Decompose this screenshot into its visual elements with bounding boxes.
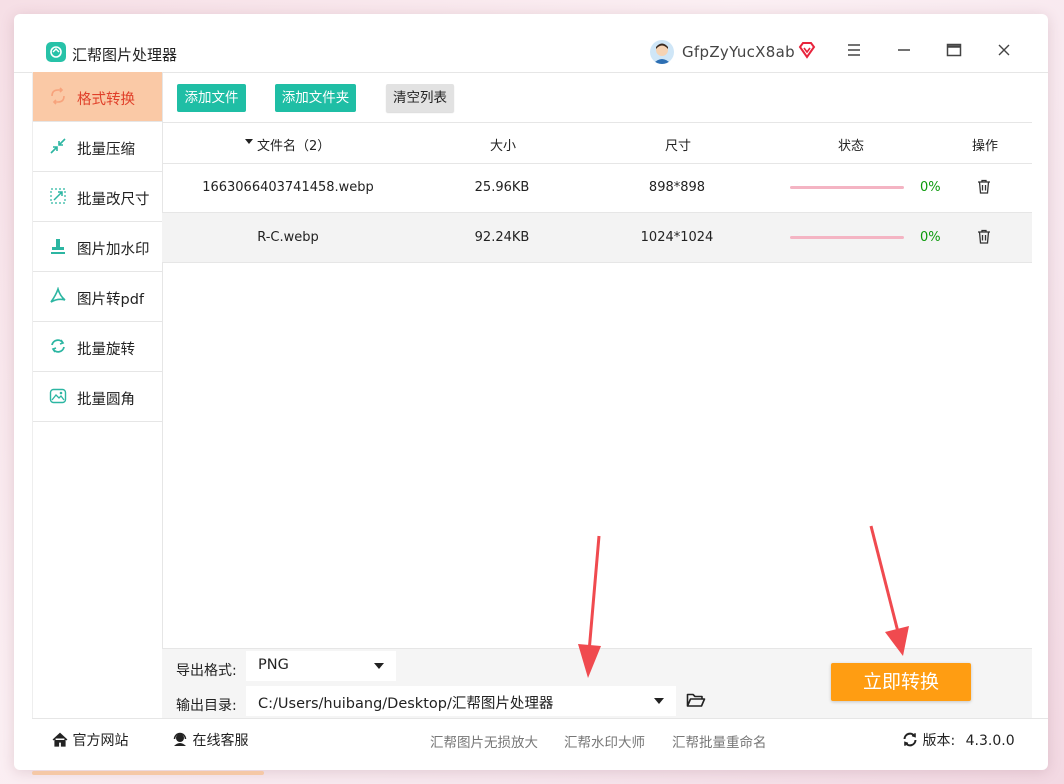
watermark-icon <box>51 239 65 254</box>
sidebar-item-format-convert[interactable]: 格式转换 <box>33 72 162 122</box>
file-dimensions: 898*898 <box>648 180 706 195</box>
table-row[interactable]: R-C.webp 92.24KB 1024*1024 0% <box>162 213 1032 263</box>
sidebar-item-label: 批量圆角 <box>77 392 135 408</box>
clear-list-button[interactable]: 清空列表 <box>386 84 454 112</box>
format-value: PNG <box>258 657 289 673</box>
menu-icon[interactable] <box>844 42 864 62</box>
folder-open-icon[interactable] <box>686 692 706 712</box>
output-dir-value: C:/Users/huibang/Desktop/汇帮图片处理器 <box>258 696 554 712</box>
support-label: 在线客服 <box>192 733 249 749</box>
column-size: 大小 <box>490 139 517 154</box>
rotate-icon <box>51 339 65 353</box>
headset-icon <box>173 732 187 746</box>
website-label: 官方网站 <box>72 733 129 749</box>
output-dir-label: 输出目录: <box>176 698 237 714</box>
add-folder-button[interactable]: 添加文件夹 <box>275 84 356 112</box>
app-title: 汇帮图片处理器 <box>72 46 178 64</box>
sidebar-item-label: 图片转pdf <box>77 292 145 308</box>
username[interactable]: GfpZyYucX8ab <box>682 43 795 61</box>
progress-percent: 0% <box>920 180 941 195</box>
add-file-button[interactable]: 添加文件 <box>177 84 246 112</box>
version-value: 4.3.0.0 <box>965 733 1015 749</box>
column-dimensions: 尺寸 <box>665 139 692 154</box>
version-label: 版本: <box>922 733 956 749</box>
chevron-down-icon <box>374 663 384 669</box>
sidebar-item-watermark[interactable]: 图片加水印 <box>33 222 162 272</box>
annotation-arrow-icon <box>578 535 601 678</box>
app-logo-icon <box>46 42 66 62</box>
refresh-icon <box>903 732 917 747</box>
annotation-arrow-icon <box>869 525 909 656</box>
sidebar-item-resize[interactable]: 批量改尺寸 <box>33 172 162 222</box>
version-info[interactable]: 版本: 4.3.0.0 <box>902 730 1015 750</box>
footer-link-watermark[interactable]: 汇帮水印大师 <box>564 731 645 751</box>
vip-diamond-icon[interactable] <box>798 41 816 63</box>
file-size: 92.24KB <box>474 230 530 245</box>
chevron-down-icon <box>654 698 664 704</box>
resize-icon <box>50 188 66 204</box>
title-bar: 汇帮图片处理器 GfpZyYucX8ab <box>14 14 1048 73</box>
website-link[interactable]: 官方网站 <box>52 730 128 750</box>
progress-percent: 0% <box>920 230 941 245</box>
sidebar-item-label: 批量改尺寸 <box>77 192 150 208</box>
format-select[interactable]: PNG <box>246 651 396 681</box>
support-link[interactable]: 在线客服 <box>172 730 248 750</box>
sidebar: 格式转换 批量压缩 批量改尺寸 图片加水印 图片转pdf 批量旋转 批量圆角 <box>32 72 163 718</box>
output-dir-select[interactable]: C:/Users/huibang/Desktop/汇帮图片处理器 <box>246 686 676 716</box>
home-icon <box>52 732 68 747</box>
file-dimensions: 1024*1024 <box>640 230 714 245</box>
user-avatar[interactable] <box>650 40 674 64</box>
progress-bar <box>790 186 904 189</box>
file-name: 1663066403741458.webp <box>202 180 374 195</box>
footer: 官方网站 在线客服 汇帮图片无损放大 汇帮水印大师 汇帮批量重命名 版本: 4.… <box>32 718 1048 763</box>
pdf-icon <box>50 287 66 303</box>
file-size: 25.96KB <box>474 180 530 195</box>
table-header: 文件名（2） 大小 尺寸 状态 操作 <box>162 122 1032 164</box>
sidebar-item-rotate[interactable]: 批量旋转 <box>33 322 162 372</box>
maximize-icon[interactable] <box>944 42 964 62</box>
compress-icon <box>50 138 66 154</box>
sidebar-item-rounded-corner[interactable]: 批量圆角 <box>33 372 162 422</box>
minimize-icon[interactable] <box>894 42 914 62</box>
trash-icon[interactable] <box>977 179 991 198</box>
table-row[interactable]: 1663066403741458.webp 25.96KB 898*898 0% <box>162 163 1032 213</box>
sidebar-item-label: 图片加水印 <box>77 242 150 258</box>
bottom-accent-bar <box>32 771 264 775</box>
sidebar-item-pdf[interactable]: 图片转pdf <box>33 272 162 322</box>
footer-link-upscale[interactable]: 汇帮图片无损放大 <box>430 731 538 751</box>
column-filename[interactable]: 文件名（2） <box>257 135 330 154</box>
sidebar-item-compress[interactable]: 批量压缩 <box>33 122 162 172</box>
format-label: 导出格式: <box>176 663 237 679</box>
rounded-corner-icon <box>49 388 67 404</box>
trash-icon[interactable] <box>977 229 991 248</box>
progress-bar <box>790 236 904 239</box>
file-name: R-C.webp <box>257 230 319 245</box>
sidebar-item-label: 格式转换 <box>77 92 135 108</box>
sidebar-item-label: 批量旋转 <box>77 342 135 358</box>
sort-desc-icon[interactable] <box>244 135 254 150</box>
convert-now-button[interactable]: 立即转换 <box>831 663 971 701</box>
column-actions: 操作 <box>972 139 999 154</box>
column-status: 状态 <box>838 139 865 154</box>
close-icon[interactable] <box>994 42 1014 62</box>
sidebar-item-label: 批量压缩 <box>77 142 135 158</box>
footer-link-rename[interactable]: 汇帮批量重命名 <box>672 731 767 751</box>
format-convert-icon <box>51 87 65 105</box>
